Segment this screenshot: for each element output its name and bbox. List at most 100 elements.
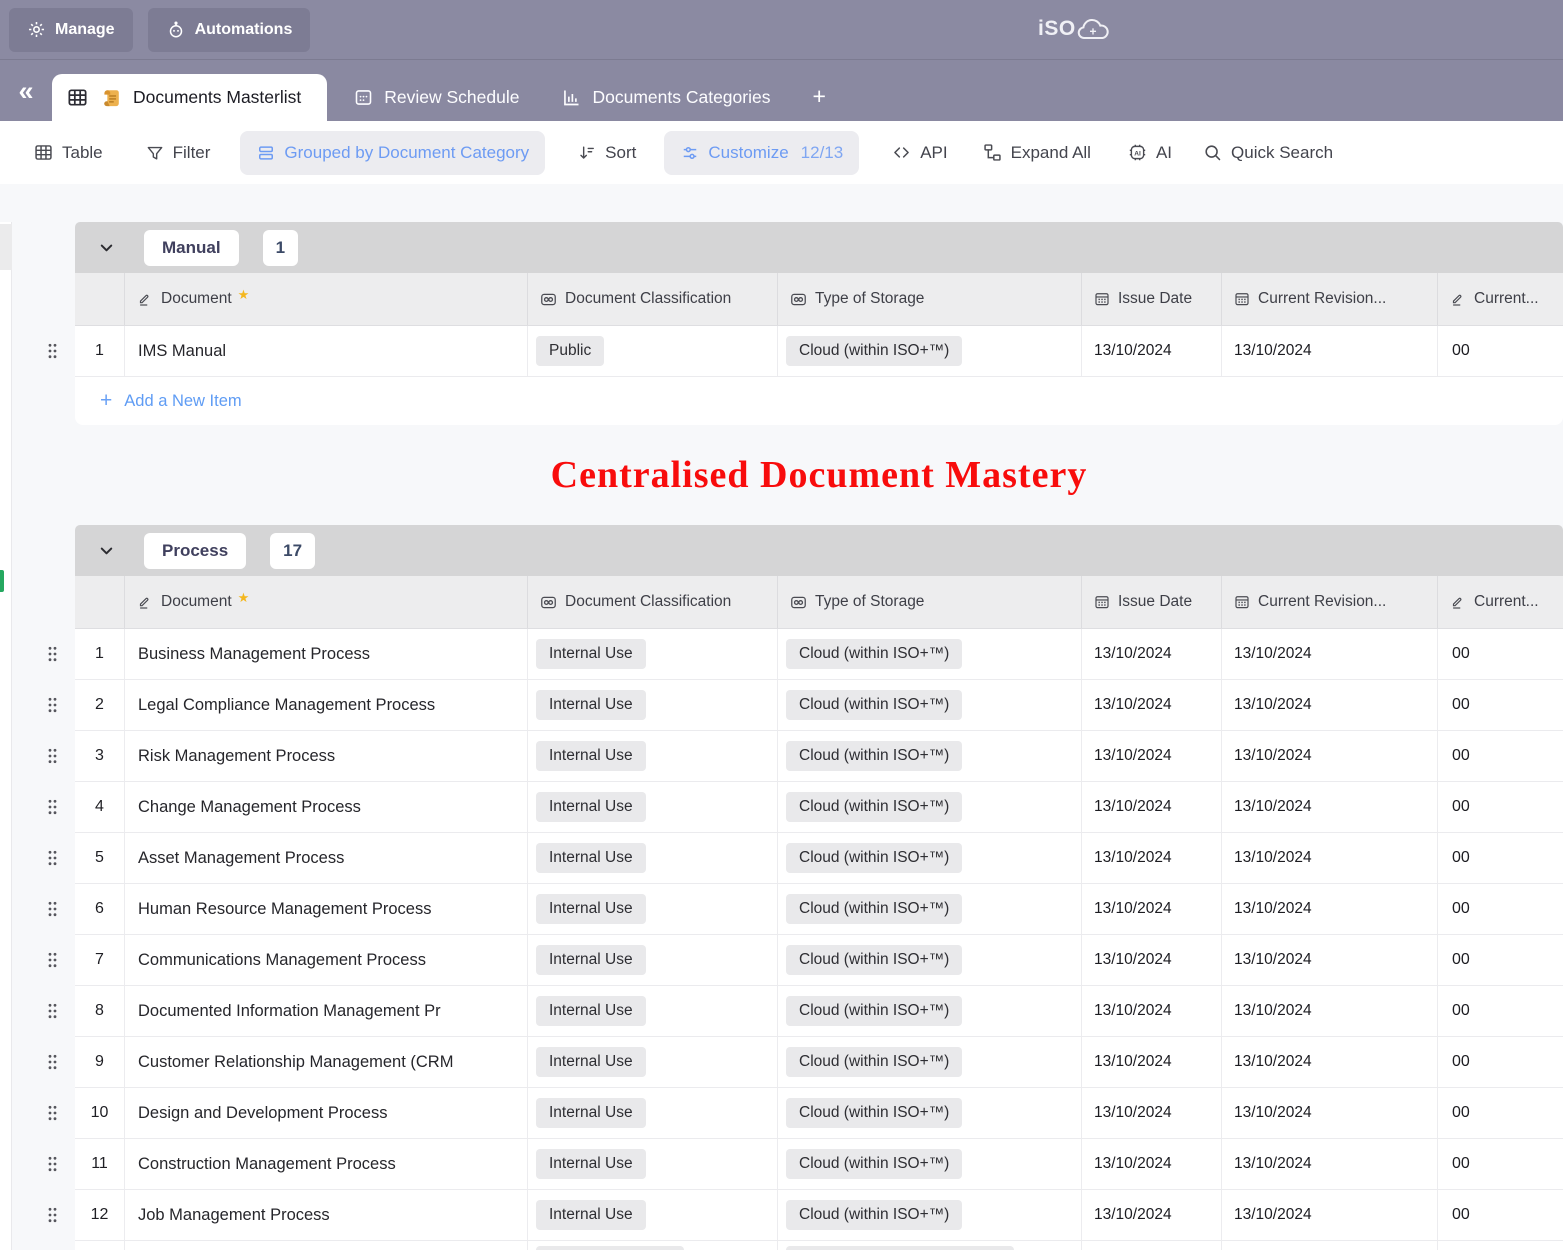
issue-date-cell[interactable]: 13/10/2024 <box>1082 1037 1222 1087</box>
column-header[interactable]: Current Revision... <box>1222 273 1438 325</box>
classification-cell[interactable]: Internal Use <box>528 1037 778 1087</box>
column-header[interactable]: Document Classification <box>528 576 778 628</box>
column-header[interactable]: Issue Date <box>1082 576 1222 628</box>
revision-date-cell[interactable]: 13/10/2024 <box>1222 680 1438 730</box>
document-cell[interactable]: Documented Information Management Pr <box>125 986 528 1036</box>
current-cell[interactable]: 00 <box>1438 782 1563 832</box>
document-cell[interactable]: IMS Manual <box>125 326 528 376</box>
document-cell[interactable]: Job Management Process <box>125 1190 528 1240</box>
table-view-button[interactable]: Table <box>33 142 103 163</box>
api-button[interactable]: API <box>891 142 947 163</box>
storage-cell[interactable]: Cloud (within ISO+™) <box>778 1139 1082 1189</box>
column-header[interactable]: Type of Storage <box>778 576 1082 628</box>
current-cell[interactable]: 00 <box>1438 1139 1563 1189</box>
document-cell[interactable]: Human Resource Management Process <box>125 884 528 934</box>
tab-documents-masterlist[interactable]: Documents Masterlist <box>52 74 327 121</box>
current-cell[interactable]: 00 <box>1438 986 1563 1036</box>
column-header[interactable]: Document Classification <box>528 273 778 325</box>
classification-cell[interactable]: Internal Use <box>528 986 778 1036</box>
revision-date-cell[interactable]: 13/10/2024 <box>1222 1037 1438 1087</box>
document-cell[interactable]: Legal Compliance Management Process <box>125 680 528 730</box>
revision-date-cell[interactable]: 13/10/2024 <box>1222 629 1438 679</box>
document-cell[interactable]: Communications Management Process <box>125 935 528 985</box>
drag-handle-icon[interactable] <box>47 343 58 360</box>
column-header[interactable]: Type of Storage <box>778 273 1082 325</box>
ai-button[interactable]: AI AI <box>1127 142 1172 163</box>
sort-button[interactable]: Sort <box>577 143 636 163</box>
classification-cell[interactable]: Internal Use <box>528 1139 778 1189</box>
issue-date-cell[interactable]: 13/10/2024 <box>1082 1088 1222 1138</box>
automations-button[interactable]: Automations <box>148 8 311 52</box>
tab-review-schedule[interactable]: Review Schedule <box>343 74 529 121</box>
classification-cell[interactable]: Internal Use <box>528 782 778 832</box>
current-cell[interactable]: 00 <box>1438 935 1563 985</box>
drag-handle-icon[interactable] <box>47 799 58 816</box>
issue-date-cell[interactable]: 13/10/2024 <box>1082 833 1222 883</box>
current-cell[interactable]: 00 <box>1438 1088 1563 1138</box>
issue-date-cell[interactable]: 13/10/2024 <box>1082 986 1222 1036</box>
classification-cell[interactable]: Internal Use <box>528 680 778 730</box>
column-header[interactable]: Document ★ <box>125 576 528 628</box>
issue-date-cell[interactable]: 13/10/2024 <box>1082 1190 1222 1240</box>
revision-date-cell[interactable]: 13/10/2024 <box>1222 1190 1438 1240</box>
issue-date-cell[interactable]: 13/10/2024 <box>1082 680 1222 730</box>
storage-cell[interactable]: Cloud (within ISO+™) <box>778 326 1082 376</box>
column-header[interactable]: Issue Date <box>1082 273 1222 325</box>
drag-handle-icon[interactable] <box>47 1054 58 1071</box>
group-header[interactable]: Process 17 <box>75 525 1563 576</box>
revision-date-cell[interactable]: 13/10/2024 <box>1222 884 1438 934</box>
current-cell[interactable]: 00 <box>1438 326 1563 376</box>
drag-handle-icon[interactable] <box>47 1105 58 1122</box>
current-cell[interactable]: 00 <box>1438 833 1563 883</box>
drag-handle-icon[interactable] <box>47 646 58 663</box>
document-cell[interactable]: Business Management Process <box>125 629 528 679</box>
storage-cell[interactable]: Cloud (within ISO+™) <box>778 782 1082 832</box>
issue-date-cell[interactable]: 13/10/2024 <box>1082 731 1222 781</box>
current-cell[interactable]: 00 <box>1438 680 1563 730</box>
drag-handle-icon[interactable] <box>47 748 58 765</box>
revision-date-cell[interactable]: 13/10/2024 <box>1222 782 1438 832</box>
current-cell[interactable]: 00 <box>1438 1190 1563 1240</box>
drag-handle-icon[interactable] <box>47 1156 58 1173</box>
current-cell[interactable]: 00 <box>1438 629 1563 679</box>
drag-handle-icon[interactable] <box>47 952 58 969</box>
storage-cell[interactable]: Cloud (within ISO+™) <box>778 935 1082 985</box>
classification-cell[interactable]: Internal Use <box>528 1190 778 1240</box>
classification-cell[interactable]: Public <box>528 326 778 376</box>
storage-cell[interactable]: Cloud (within ISO+™) <box>778 1190 1082 1240</box>
customize-button[interactable]: Customize 12/13 <box>664 131 859 175</box>
classification-cell[interactable]: Internal Use <box>528 884 778 934</box>
add-new-item-row[interactable]: + Add a New Item <box>75 377 1563 425</box>
classification-cell[interactable]: Internal Use <box>528 1088 778 1138</box>
column-header[interactable]: Current... <box>1438 273 1563 325</box>
storage-cell[interactable]: Cloud (within ISO+™) <box>778 884 1082 934</box>
issue-date-cell[interactable]: 13/10/2024 <box>1082 1139 1222 1189</box>
storage-cell[interactable]: Cloud (within ISO+™) <box>778 1037 1082 1087</box>
expand-all-button[interactable]: Expand All <box>982 142 1091 163</box>
document-cell[interactable]: Construction Management Process <box>125 1139 528 1189</box>
classification-cell[interactable]: Internal Use <box>528 731 778 781</box>
document-cell[interactable]: Asset Management Process <box>125 833 528 883</box>
tab-documents-categories[interactable]: Documents Categories <box>551 74 780 121</box>
column-header[interactable]: Current Revision... <box>1222 576 1438 628</box>
storage-cell[interactable]: Cloud (within ISO+™) <box>778 833 1082 883</box>
current-cell[interactable]: 00 <box>1438 884 1563 934</box>
issue-date-cell[interactable]: 13/10/2024 <box>1082 782 1222 832</box>
collapse-sidebar-icon[interactable]: « <box>0 63 52 119</box>
revision-date-cell[interactable]: 13/10/2024 <box>1222 986 1438 1036</box>
storage-cell[interactable]: Cloud (within ISO+™) <box>778 680 1082 730</box>
drag-handle-icon[interactable] <box>47 901 58 918</box>
issue-date-cell[interactable]: 13/10/2024 <box>1082 884 1222 934</box>
document-cell[interactable]: Design and Development Process <box>125 1088 528 1138</box>
classification-cell[interactable]: Internal Use <box>528 935 778 985</box>
quick-search-button[interactable]: Quick Search <box>1202 142 1333 163</box>
grouped-by-button[interactable]: Grouped by Document Category <box>240 131 545 175</box>
add-tab-button[interactable]: + <box>802 74 835 121</box>
current-cell[interactable]: 00 <box>1438 1037 1563 1087</box>
filter-button[interactable]: Filter <box>145 143 211 163</box>
storage-cell[interactable]: Cloud (within ISO+™) <box>778 986 1082 1036</box>
revision-date-cell[interactable]: 13/10/2024 <box>1222 326 1438 376</box>
manage-button[interactable]: Manage <box>9 8 133 52</box>
issue-date-cell[interactable]: 13/10/2024 <box>1082 326 1222 376</box>
column-header[interactable]: Current... <box>1438 576 1563 628</box>
